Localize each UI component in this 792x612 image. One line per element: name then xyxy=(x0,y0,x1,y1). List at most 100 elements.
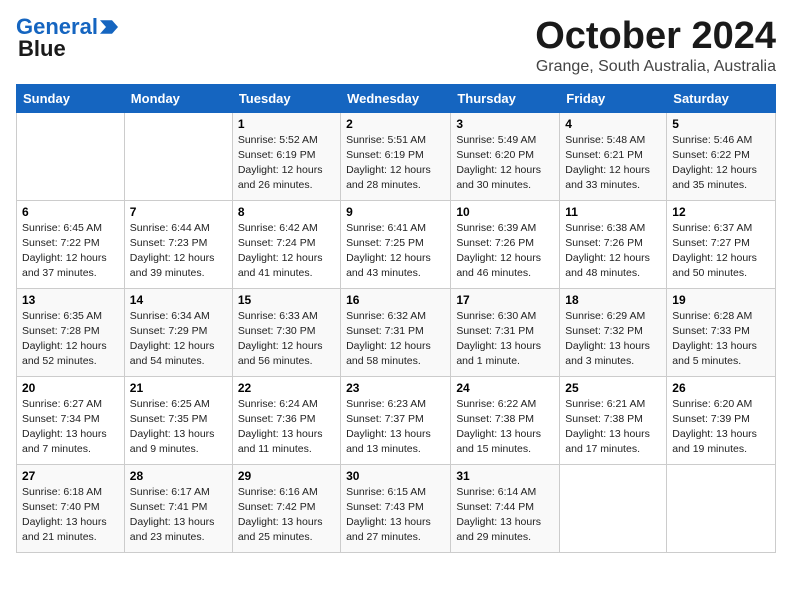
title-block: October 2024 Grange, South Australia, Au… xyxy=(535,16,776,76)
day-number: 12 xyxy=(672,205,770,219)
day-number: 3 xyxy=(456,117,554,131)
calendar-week-2: 13Sunrise: 6:35 AM Sunset: 7:28 PM Dayli… xyxy=(17,288,776,376)
calendar-cell: 19 Sunrise: 6:28 AM Sunset: 7:33 PM Dayli… xyxy=(667,288,776,376)
day-number: 1 xyxy=(238,117,335,131)
day-number: 17 xyxy=(456,293,554,307)
calendar-cell xyxy=(17,112,125,200)
day-info: Sunrise: 5:52 AM Sunset: 6:19 PM Dayligh… xyxy=(238,133,335,194)
calendar-cell: 8 Sunrise: 6:42 AM Sunset: 7:24 PM Daylig… xyxy=(232,200,340,288)
day-info: Sunrise: 6:17 AM Sunset: 7:41 PM Dayligh… xyxy=(130,485,227,546)
calendar-cell: 7Sunrise: 6:44 AM Sunset: 7:23 PM Daylig… xyxy=(124,200,232,288)
day-info: Sunrise: 6:37 AM Sunset: 7:27 PM Dayligh… xyxy=(672,221,770,282)
day-number: 19 xyxy=(672,293,770,307)
calendar-cell: 31 Sunrise: 6:14 AM Sunset: 7:44 PM Dayli… xyxy=(451,464,560,552)
day-info: Sunrise: 6:16 AM Sunset: 7:42 PM Dayligh… xyxy=(238,485,335,546)
day-info: Sunrise: 6:41 AM Sunset: 7:25 PM Dayligh… xyxy=(346,221,445,282)
calendar-cell: 6 Sunrise: 6:45 AM Sunset: 7:22 PM Daylig… xyxy=(17,200,125,288)
day-number: 11 xyxy=(565,205,661,219)
day-info: Sunrise: 6:35 AM Sunset: 7:28 PM Dayligh… xyxy=(22,309,119,370)
day-info: Sunrise: 6:45 AM Sunset: 7:22 PM Dayligh… xyxy=(22,221,119,282)
day-info: Sunrise: 6:14 AM Sunset: 7:44 PM Dayligh… xyxy=(456,485,554,546)
day-number: 31 xyxy=(456,469,554,483)
day-number: 27 xyxy=(22,469,119,483)
day-number: 5 xyxy=(672,117,770,131)
calendar-cell: 24 Sunrise: 6:22 AM Sunset: 7:38 PM Dayli… xyxy=(451,376,560,464)
day-number: 26 xyxy=(672,381,770,395)
day-number: 10 xyxy=(456,205,554,219)
logo-icon xyxy=(100,18,118,36)
day-number: 21 xyxy=(130,381,227,395)
day-info: Sunrise: 5:49 AM Sunset: 6:20 PM Dayligh… xyxy=(456,133,554,194)
day-number: 9 xyxy=(346,205,445,219)
day-info: Sunrise: 6:33 AM Sunset: 7:30 PM Dayligh… xyxy=(238,309,335,370)
header-monday: Monday xyxy=(124,84,232,112)
header-sunday: Sunday xyxy=(17,84,125,112)
calendar-cell: 25 Sunrise: 6:21 AM Sunset: 7:38 PM Dayli… xyxy=(560,376,667,464)
day-number: 25 xyxy=(565,381,661,395)
day-number: 6 xyxy=(22,205,119,219)
day-info: Sunrise: 6:29 AM Sunset: 7:32 PM Dayligh… xyxy=(565,309,661,370)
calendar-cell: 1 Sunrise: 5:52 AM Sunset: 6:19 PM Daylig… xyxy=(232,112,340,200)
calendar-cell: 16 Sunrise: 6:32 AM Sunset: 7:31 PM Dayli… xyxy=(341,288,451,376)
day-number: 23 xyxy=(346,381,445,395)
header-wednesday: Wednesday xyxy=(341,84,451,112)
day-info: Sunrise: 6:30 AM Sunset: 7:31 PM Dayligh… xyxy=(456,309,554,370)
calendar-cell: 2 Sunrise: 5:51 AM Sunset: 6:19 PM Daylig… xyxy=(341,112,451,200)
calendar-table: SundayMondayTuesdayWednesdayThursdayFrid… xyxy=(16,84,776,553)
day-info: Sunrise: 6:27 AM Sunset: 7:34 PM Dayligh… xyxy=(22,397,119,458)
day-info: Sunrise: 6:18 AM Sunset: 7:40 PM Dayligh… xyxy=(22,485,119,546)
calendar-cell: 9 Sunrise: 6:41 AM Sunset: 7:25 PM Daylig… xyxy=(341,200,451,288)
calendar-cell xyxy=(560,464,667,552)
logo-blue: Blue xyxy=(18,38,66,60)
header-thursday: Thursday xyxy=(451,84,560,112)
day-info: Sunrise: 6:32 AM Sunset: 7:31 PM Dayligh… xyxy=(346,309,445,370)
header-saturday: Saturday xyxy=(667,84,776,112)
day-info: Sunrise: 6:28 AM Sunset: 7:33 PM Dayligh… xyxy=(672,309,770,370)
day-number: 8 xyxy=(238,205,335,219)
day-number: 22 xyxy=(238,381,335,395)
day-info: Sunrise: 6:42 AM Sunset: 7:24 PM Dayligh… xyxy=(238,221,335,282)
calendar-week-4: 27 Sunrise: 6:18 AM Sunset: 7:40 PM Dayli… xyxy=(17,464,776,552)
day-number: 2 xyxy=(346,117,445,131)
day-info: Sunrise: 6:22 AM Sunset: 7:38 PM Dayligh… xyxy=(456,397,554,458)
day-number: 20 xyxy=(22,381,119,395)
day-info: Sunrise: 5:48 AM Sunset: 6:21 PM Dayligh… xyxy=(565,133,661,194)
calendar-cell: 21 Sunrise: 6:25 AM Sunset: 7:35 PM Dayli… xyxy=(124,376,232,464)
day-number: 16 xyxy=(346,293,445,307)
day-info: Sunrise: 6:21 AM Sunset: 7:38 PM Dayligh… xyxy=(565,397,661,458)
day-number: 30 xyxy=(346,469,445,483)
day-info: Sunrise: 6:25 AM Sunset: 7:35 PM Dayligh… xyxy=(130,397,227,458)
calendar-header-row: SundayMondayTuesdayWednesdayThursdayFrid… xyxy=(17,84,776,112)
calendar-cell: 17 Sunrise: 6:30 AM Sunset: 7:31 PM Dayli… xyxy=(451,288,560,376)
page-header: General Blue October 2024 Grange, South … xyxy=(16,16,776,76)
calendar-cell: 15 Sunrise: 6:33 AM Sunset: 7:30 PM Dayli… xyxy=(232,288,340,376)
calendar-cell: 29Sunrise: 6:16 AM Sunset: 7:42 PM Dayli… xyxy=(232,464,340,552)
day-info: Sunrise: 6:20 AM Sunset: 7:39 PM Dayligh… xyxy=(672,397,770,458)
day-number: 15 xyxy=(238,293,335,307)
calendar-week-3: 20 Sunrise: 6:27 AM Sunset: 7:34 PM Dayli… xyxy=(17,376,776,464)
day-number: 18 xyxy=(565,293,661,307)
location: Grange, South Australia, Australia xyxy=(535,58,776,76)
calendar-cell: 28 Sunrise: 6:17 AM Sunset: 7:41 PM Dayli… xyxy=(124,464,232,552)
day-number: 24 xyxy=(456,381,554,395)
day-number: 4 xyxy=(565,117,661,131)
day-info: Sunrise: 5:51 AM Sunset: 6:19 PM Dayligh… xyxy=(346,133,445,194)
logo: General Blue xyxy=(16,16,118,60)
calendar-cell: 4 Sunrise: 5:48 AM Sunset: 6:21 PM Daylig… xyxy=(560,112,667,200)
calendar-cell: 27 Sunrise: 6:18 AM Sunset: 7:40 PM Dayli… xyxy=(17,464,125,552)
day-number: 28 xyxy=(130,469,227,483)
calendar-cell: 10Sunrise: 6:39 AM Sunset: 7:26 PM Dayli… xyxy=(451,200,560,288)
calendar-cell: 18 Sunrise: 6:29 AM Sunset: 7:32 PM Dayli… xyxy=(560,288,667,376)
header-friday: Friday xyxy=(560,84,667,112)
calendar-cell: 30 Sunrise: 6:15 AM Sunset: 7:43 PM Dayli… xyxy=(341,464,451,552)
calendar-cell xyxy=(667,464,776,552)
day-info: Sunrise: 6:44 AM Sunset: 7:23 PM Dayligh… xyxy=(130,221,227,282)
calendar-cell: 22Sunrise: 6:24 AM Sunset: 7:36 PM Dayli… xyxy=(232,376,340,464)
calendar-body: 1 Sunrise: 5:52 AM Sunset: 6:19 PM Daylig… xyxy=(17,112,776,552)
calendar-cell: 5Sunrise: 5:46 AM Sunset: 6:22 PM Daylig… xyxy=(667,112,776,200)
calendar-cell: 12 Sunrise: 6:37 AM Sunset: 7:27 PM Dayli… xyxy=(667,200,776,288)
calendar-cell: 26 Sunrise: 6:20 AM Sunset: 7:39 PM Dayli… xyxy=(667,376,776,464)
day-info: Sunrise: 6:15 AM Sunset: 7:43 PM Dayligh… xyxy=(346,485,445,546)
calendar-cell: 11Sunrise: 6:38 AM Sunset: 7:26 PM Dayli… xyxy=(560,200,667,288)
day-number: 14 xyxy=(130,293,227,307)
